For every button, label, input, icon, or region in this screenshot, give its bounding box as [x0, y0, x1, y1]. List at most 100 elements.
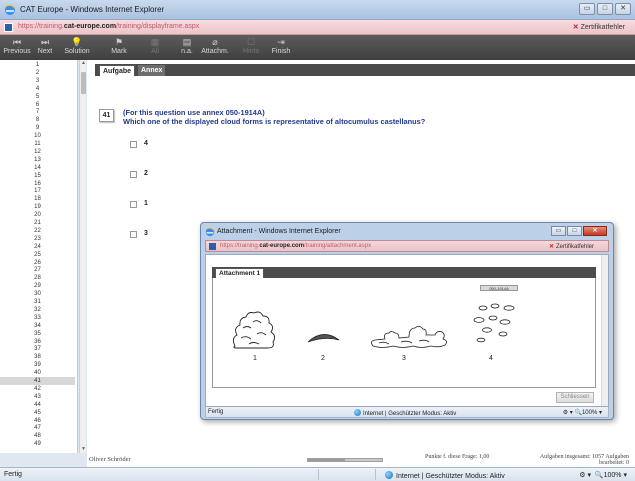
question-number-item[interactable]: 34	[0, 322, 75, 330]
question-number-item[interactable]: 41	[0, 377, 75, 385]
question-number-item[interactable]: 15	[0, 172, 75, 180]
question-number-item[interactable]: 21	[0, 219, 75, 227]
answer-label: 2	[144, 170, 148, 177]
tab-annex[interactable]: Annex	[138, 65, 166, 76]
popup-security-zone[interactable]: Internet | Geschützter Modus: Aktiv	[354, 409, 456, 417]
flag-icon: ⚑	[114, 37, 124, 47]
toolbar-button-previous[interactable]: ⏮ Previous	[2, 37, 32, 59]
question-number-item[interactable]: 39	[0, 361, 75, 369]
question-number-item[interactable]: 3	[0, 77, 75, 85]
question-number-item[interactable]: 30	[0, 290, 75, 298]
popup-close-button[interactable]: ✕	[583, 226, 607, 236]
question-number-item[interactable]: 25	[0, 251, 75, 259]
answer-label: 4	[144, 140, 148, 147]
question-line-2: Which one of the displayed cloud forms i…	[123, 117, 426, 126]
question-number-item[interactable]: 43	[0, 393, 75, 401]
question-number-item[interactable]: 23	[0, 235, 75, 243]
toolbar-button-all[interactable]: ▦ All	[140, 37, 170, 59]
question-number-item[interactable]: 11	[0, 140, 75, 148]
zoom-level[interactable]: ⚙ ▾ 🔍100% ▾	[579, 471, 627, 479]
toolbar-button-n-a[interactable]: ▤ n.a.	[172, 37, 202, 59]
user-name: Oliver Schröder	[89, 456, 131, 463]
question-number-item[interactable]: 5	[0, 93, 75, 101]
popup-address-bar[interactable]: https://training.cat-europe.com/training…	[205, 240, 609, 252]
question-number-item[interactable]: 19	[0, 203, 75, 211]
question-number-item[interactable]: 13	[0, 156, 75, 164]
tab-attachment-1[interactable]: Attachment 1	[215, 268, 265, 278]
attachment-popup-window: Attachment - Windows Internet Explorer ▭…	[200, 222, 614, 420]
question-number-item[interactable]: 18	[0, 195, 75, 203]
question-number-item[interactable]: 1	[0, 61, 75, 69]
question-number-item[interactable]: 44	[0, 401, 75, 409]
question-number-item[interactable]: 40	[0, 369, 75, 377]
question-number-item[interactable]: 16	[0, 180, 75, 188]
toolbar-button-label: n.a.	[181, 48, 193, 55]
answer-checkbox[interactable]	[130, 231, 137, 238]
question-number-item[interactable]: 4	[0, 85, 75, 93]
scrollbar-thumb[interactable]	[81, 72, 86, 94]
question-number-item[interactable]: 32	[0, 306, 75, 314]
question-number-item[interactable]: 46	[0, 417, 75, 425]
toolbar-button-mark[interactable]: ⚑ Mark	[104, 37, 134, 59]
popup-address-url[interactable]: https://training.cat-europe.com/training…	[220, 243, 371, 249]
scroll-down-icon[interactable]: ▼	[80, 446, 87, 453]
security-zone[interactable]: Internet | Geschützter Modus: Aktiv	[385, 471, 505, 480]
question-number-item[interactable]: 36	[0, 338, 75, 346]
toolbar-button-hints[interactable]: ☐ Hints	[236, 37, 266, 59]
question-number-item[interactable]: 49	[0, 440, 75, 448]
close-attachment-button[interactable]: Schliessen	[556, 392, 594, 403]
question-number-item[interactable]: 17	[0, 187, 75, 195]
address-bar[interactable]: https://training.cat-europe.com/training…	[0, 20, 635, 35]
tab-aufgabe[interactable]: Aufgabe	[99, 65, 135, 76]
popup-certificate-error[interactable]: ✕ Zertifikatfehler	[549, 243, 594, 250]
address-url[interactable]: https://training.cat-europe.com/training…	[18, 23, 199, 30]
minimize-button[interactable]: ▭	[579, 3, 595, 15]
toolbar-button-label: Attachm.	[201, 48, 229, 55]
scroll-up-icon[interactable]: ▲	[80, 60, 87, 67]
question-number-item[interactable]: 47	[0, 424, 75, 432]
cloud-label: 2	[321, 355, 325, 362]
popup-minimize-button[interactable]: ▭	[551, 226, 566, 236]
certificate-error[interactable]: ✕ Zertifikatfehler	[573, 23, 625, 31]
toolbar-button-label: Next	[37, 48, 53, 55]
question-number-item[interactable]: 37	[0, 345, 75, 353]
question-number-item[interactable]: 28	[0, 274, 75, 282]
question-number-item[interactable]: 24	[0, 243, 75, 251]
answer-checkbox[interactable]	[130, 141, 137, 148]
toolbar-button-next[interactable]: ⏭ Next	[30, 37, 60, 59]
popup-maximize-button[interactable]: □	[567, 226, 582, 236]
answer-checkbox[interactable]	[130, 201, 137, 208]
question-number-item[interactable]: 33	[0, 314, 75, 322]
popup-scrollbar[interactable]	[601, 255, 608, 406]
question-number-item[interactable]: 35	[0, 330, 75, 338]
question-number-item[interactable]: 38	[0, 353, 75, 361]
toolbar-button-finish[interactable]: ⇥ Finish	[266, 37, 296, 59]
question-number-item[interactable]: 12	[0, 148, 75, 156]
question-number-item[interactable]: 10	[0, 132, 75, 140]
question-number-item[interactable]: 6	[0, 101, 75, 109]
question-number-item[interactable]: 26	[0, 259, 75, 267]
cloud-label: 3	[402, 355, 406, 362]
question-number-item[interactable]: 27	[0, 266, 75, 274]
question-number-item[interactable]: 48	[0, 432, 75, 440]
question-number-item[interactable]: 9	[0, 124, 75, 132]
question-number-item[interactable]: 31	[0, 298, 75, 306]
question-number-item[interactable]: 14	[0, 164, 75, 172]
question-number-item[interactable]: 45	[0, 409, 75, 417]
toolbar-button-label: Mark	[111, 48, 127, 55]
maximize-button[interactable]: □	[597, 3, 613, 15]
question-list-scrollbar[interactable]: ▲ ▼	[79, 60, 86, 453]
toolbar-button-solution[interactable]: 💡 Solution	[62, 37, 92, 59]
question-number-item[interactable]: 2	[0, 69, 75, 77]
toolbar-button-attachm[interactable]: ⌀ Attachm.	[200, 37, 230, 59]
question-number-item[interactable]: 20	[0, 211, 75, 219]
popup-zoom-level[interactable]: ⚙ ▾ 🔍100% ▾	[563, 409, 602, 416]
question-number-item[interactable]: 8	[0, 116, 75, 124]
question-number-item[interactable]: 29	[0, 282, 75, 290]
question-number-item[interactable]: 22	[0, 227, 75, 235]
exam-toolbar: ⏮ Previous ⏭ Next 💡 Solution ⚑ Mark ▦ All ▤ n.a. ⌀ At…	[0, 35, 635, 60]
close-button[interactable]: ✕	[615, 3, 631, 15]
answer-checkbox[interactable]	[130, 171, 137, 178]
question-number-item[interactable]: 7	[0, 108, 75, 116]
question-number-item[interactable]: 42	[0, 385, 75, 393]
